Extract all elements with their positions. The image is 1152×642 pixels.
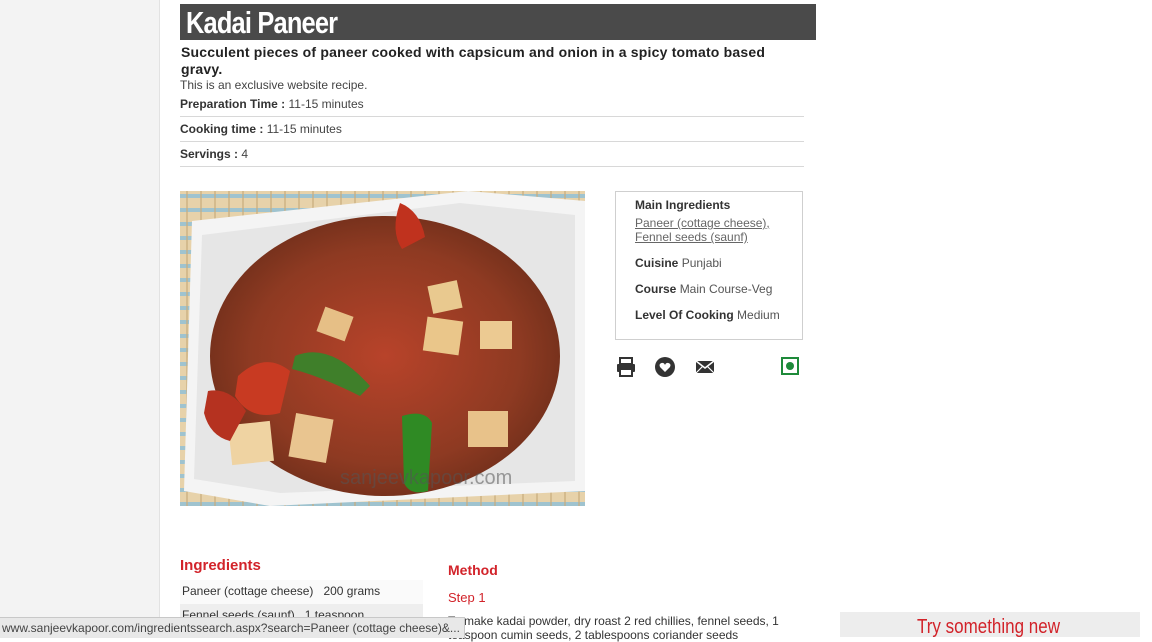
step-label: Step 1 xyxy=(448,590,486,605)
ingredient-qty: 200 grams xyxy=(323,584,381,598)
prep-time-label: Preparation Time : xyxy=(180,97,286,111)
main-ingredient-link-fennel[interactable]: Fennel seeds (saunf) xyxy=(635,230,770,244)
veg-icon xyxy=(781,357,799,375)
mail-icon[interactable] xyxy=(694,356,716,378)
servings-row: Servings : 4 xyxy=(180,142,804,167)
title-bar: Kadai Paneer xyxy=(180,4,816,40)
level-value: Medium xyxy=(737,308,780,322)
exclusive-note: This is an exclusive website recipe. xyxy=(180,78,368,92)
ingredients-heading: Ingredients xyxy=(180,557,261,574)
servings-label: Servings : xyxy=(180,147,239,161)
servings-value: 4 xyxy=(241,147,249,161)
print-icon[interactable] xyxy=(615,356,637,378)
cook-time-row: Cooking time : 11-15 minutes xyxy=(180,117,804,142)
cook-time-value: 11-15 minutes xyxy=(266,122,342,136)
recipe-subtitle: Succulent pieces of paneer cooked with c… xyxy=(181,44,766,77)
prep-time-value: 11-15 minutes xyxy=(288,97,364,111)
promo-banner[interactable]: Try something new xyxy=(840,612,1140,637)
ingredient-row: Paneer (cottage cheese) 200 grams xyxy=(180,580,423,604)
cuisine-value: Punjabi xyxy=(681,256,722,270)
course-value: Main Course-Veg xyxy=(679,282,773,296)
method-heading: Method xyxy=(448,562,498,578)
level-label: Level Of Cooking xyxy=(635,308,734,322)
method-step-text: To make kadai powder, dry roast 2 red ch… xyxy=(448,614,779,642)
left-gutter xyxy=(0,0,160,637)
main-ingredient-link-paneer[interactable]: Paneer (cottage cheese), xyxy=(635,216,770,230)
course-label: Course xyxy=(635,282,677,296)
heart-icon[interactable] xyxy=(654,356,676,378)
page-title: Kadai Paneer xyxy=(186,5,338,40)
cuisine-label: Cuisine xyxy=(635,256,679,270)
recipe-photo: sanjeevkapoor.com xyxy=(180,191,585,506)
recipe-info-box: Main Ingredients Paneer (cottage cheese)… xyxy=(615,191,803,340)
promo-text: Try something new xyxy=(917,616,1060,637)
prep-time-row: Preparation Time : 11-15 minutes xyxy=(180,92,804,117)
cook-time-label: Cooking time : xyxy=(180,122,264,136)
main-ingredients-label: Main Ingredients xyxy=(635,198,731,212)
photo-watermark: sanjeevkapoor.com xyxy=(340,467,512,489)
ingredient-name: Paneer (cottage cheese) xyxy=(182,584,314,598)
browser-status-url: www.sanjeevkapoor.com/ingredientssearch.… xyxy=(0,617,465,638)
